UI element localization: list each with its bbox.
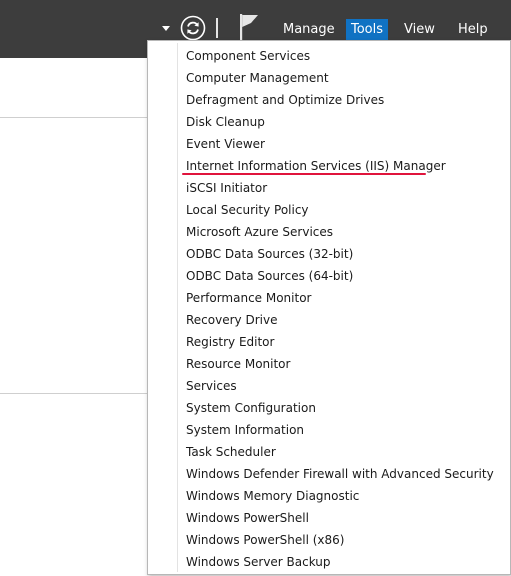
chevron-down-icon[interactable] xyxy=(162,26,170,31)
menu-item-computer-management[interactable]: Computer Management xyxy=(178,67,510,89)
menu-item-iscsi-initiator[interactable]: iSCSI Initiator xyxy=(178,177,510,199)
menu-item-resource-monitor[interactable]: Resource Monitor xyxy=(178,353,510,375)
menu-item-performance-monitor[interactable]: Performance Monitor xyxy=(178,287,510,309)
menu-item-local-security-policy[interactable]: Local Security Policy xyxy=(178,199,510,221)
menu-item-azure-services[interactable]: Microsoft Azure Services xyxy=(178,221,510,243)
panel-divider xyxy=(0,117,148,118)
menu-item-defender-firewall[interactable]: Windows Defender Firewall with Advanced … xyxy=(178,463,510,485)
menu-item-memory-diagnostic[interactable]: Windows Memory Diagnostic xyxy=(178,485,510,507)
menu-item-odbc-64[interactable]: ODBC Data Sources (64-bit) xyxy=(178,265,510,287)
menu-item-system-configuration[interactable]: System Configuration xyxy=(178,397,510,419)
menu-item-powershell[interactable]: Windows PowerShell xyxy=(178,507,510,529)
highlight-underline xyxy=(182,173,426,175)
menu-item-system-information[interactable]: System Information xyxy=(178,419,510,441)
notifications-flag-icon[interactable] xyxy=(238,13,260,41)
menu-item-event-viewer[interactable]: Event Viewer xyxy=(178,133,510,155)
menu-help[interactable]: Help xyxy=(458,21,488,38)
tools-dropdown-menu: Component Services Computer Management D… xyxy=(147,40,511,575)
tools-menu-list: Component Services Computer Management D… xyxy=(178,45,510,573)
menu-manage[interactable]: Manage xyxy=(283,21,335,38)
menu-view[interactable]: View xyxy=(404,21,435,38)
menu-item-odbc-32[interactable]: ODBC Data Sources (32-bit) xyxy=(178,243,510,265)
menu-item-task-scheduler[interactable]: Task Scheduler xyxy=(178,441,510,463)
menu-item-services[interactable]: Services xyxy=(178,375,510,397)
menu-item-registry-editor[interactable]: Registry Editor xyxy=(178,331,510,353)
menu-item-powershell-x86[interactable]: Windows PowerShell (x86) xyxy=(178,529,510,551)
panel-divider xyxy=(0,393,148,394)
menu-item-defragment-drives[interactable]: Defragment and Optimize Drives xyxy=(178,89,510,111)
menu-tools[interactable]: Tools xyxy=(346,19,389,40)
menu-item-disk-cleanup[interactable]: Disk Cleanup xyxy=(178,111,510,133)
toolbar-separator xyxy=(216,18,218,38)
menu-item-server-backup[interactable]: Windows Server Backup xyxy=(178,551,510,573)
refresh-icon[interactable] xyxy=(180,15,206,41)
menu-item-component-services[interactable]: Component Services xyxy=(178,45,510,67)
menu-item-recovery-drive[interactable]: Recovery Drive xyxy=(178,309,510,331)
